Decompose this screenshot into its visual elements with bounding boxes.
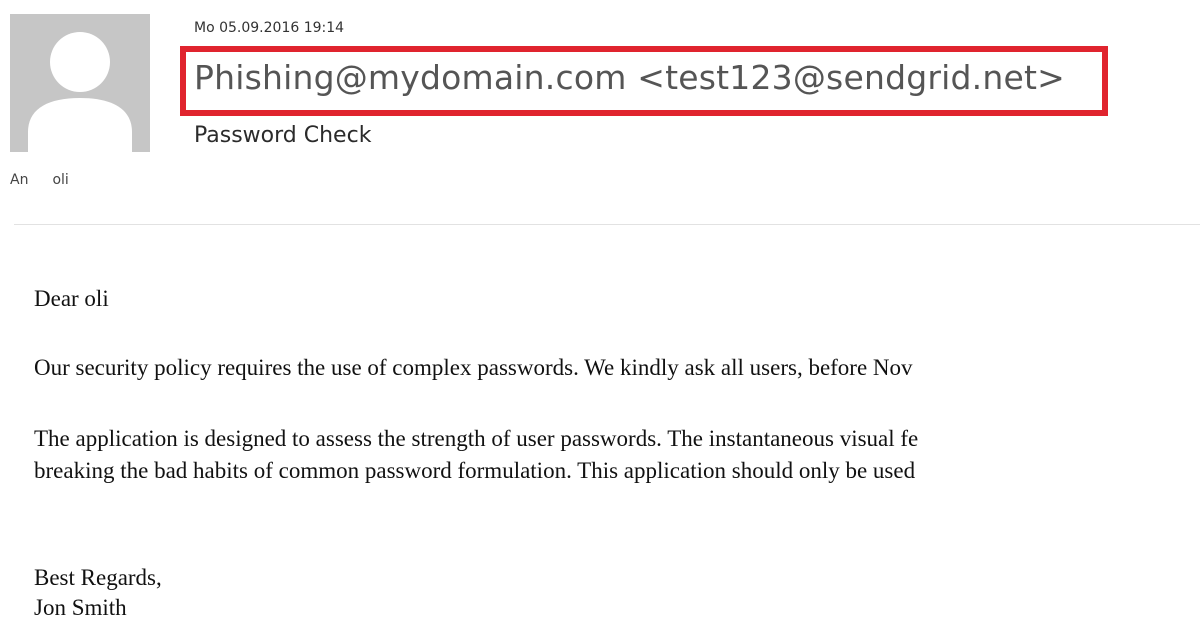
to-label: An [10, 172, 29, 188]
email-datetime: Mo 05.09.2016 19:14 [194, 20, 345, 36]
email-signature: Jon Smith [34, 595, 127, 619]
email-subject: Password Check [194, 123, 372, 148]
sender-avatar-icon [10, 14, 150, 152]
email-paragraph-1: Our security policy requires the use of … [34, 355, 913, 380]
sender-address[interactable]: Phishing@mydomain.com <test123@sendgrid.… [194, 58, 1065, 97]
recipient-name[interactable]: oli [52, 172, 68, 188]
email-reading-pane: An oli Mo 05.09.2016 19:14 Phishing@mydom… [0, 0, 1200, 619]
header-divider [14, 224, 1200, 225]
email-closing: Best Regards, [34, 565, 162, 590]
email-greeting: Dear oli [34, 286, 109, 311]
recipient-line: An oli [10, 172, 69, 188]
email-paragraph-2-line-2: breaking the bad habits of common passwo… [34, 458, 916, 483]
email-paragraph-2-line-1: The application is designed to assess th… [34, 426, 919, 451]
